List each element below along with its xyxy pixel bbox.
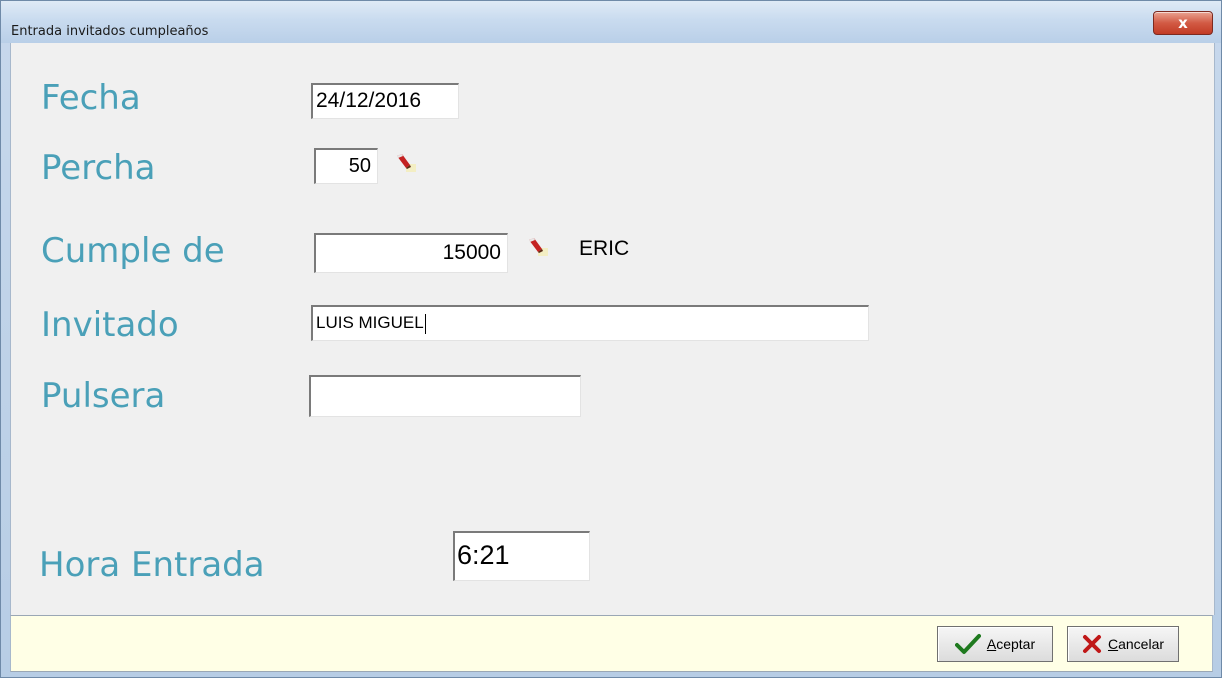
dialog-window: Entrada invitados cumpleaños x Fecha 24/… xyxy=(0,0,1222,678)
hora-entrada-field[interactable]: 6:21 xyxy=(453,531,590,581)
cancelar-label: Cancelar xyxy=(1107,636,1165,652)
cumple-de-name: ERIC xyxy=(579,237,630,260)
invitado-field[interactable]: LUIS MIGUEL xyxy=(311,305,869,341)
button-bar: Aceptar Cancelar xyxy=(10,615,1213,672)
aceptar-button[interactable]: Aceptar xyxy=(937,626,1053,662)
title-bar[interactable]: Entrada invitados cumpleaños x xyxy=(1,1,1221,43)
text-caret xyxy=(424,313,426,334)
x-mark-icon xyxy=(1082,635,1101,653)
pulsera-label: Pulsera xyxy=(41,376,166,416)
close-button[interactable]: x xyxy=(1153,11,1213,35)
aceptar-label: Aceptar xyxy=(986,636,1036,652)
percha-label: Percha xyxy=(41,148,156,188)
pulsera-field[interactable] xyxy=(309,375,581,417)
form-panel: Fecha 24/12/2016 Percha 50 Cumple de 150… xyxy=(10,43,1215,615)
hora-entrada-label: Hora Entrada xyxy=(39,545,265,585)
percha-field[interactable]: 50 xyxy=(314,148,378,184)
invitado-label: Invitado xyxy=(41,305,179,345)
fecha-label: Fecha xyxy=(41,78,141,118)
checkmark-icon xyxy=(954,634,981,654)
fecha-field[interactable]: 24/12/2016 xyxy=(311,83,459,119)
flashlight-icon[interactable] xyxy=(394,153,418,173)
flashlight-icon[interactable] xyxy=(526,237,550,257)
invitado-value: LUIS MIGUEL xyxy=(316,313,424,332)
window-title: Entrada invitados cumpleaños xyxy=(11,24,209,39)
cumple-de-field[interactable]: 15000 xyxy=(314,233,508,273)
close-icon: x xyxy=(1178,14,1188,32)
cumple-de-label: Cumple de xyxy=(41,231,225,271)
cancelar-button[interactable]: Cancelar xyxy=(1067,626,1179,662)
